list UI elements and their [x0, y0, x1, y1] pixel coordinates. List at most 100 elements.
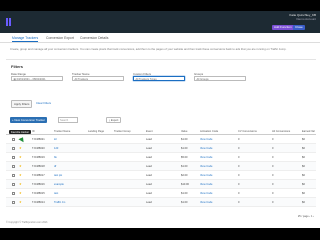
row-checkbox[interactable] — [12, 174, 15, 177]
column-header[interactable]: Value — [181, 130, 187, 133]
date-range-input[interactable]: ▦ 03/01/2021 – 08/02/2021 — [11, 76, 63, 81]
row-checkbox[interactable] — [12, 192, 15, 195]
cell-alt: 0 — [272, 137, 274, 141]
cell-id: TJCM8014 — [32, 200, 45, 204]
tab-conversion-export[interactable]: Conversion Export — [46, 36, 74, 40]
favorite-star-icon[interactable]: ★ — [19, 191, 22, 195]
org-name: Demo Account — [296, 17, 316, 21]
column-header[interactable]: Tracker Group — [114, 130, 131, 133]
cell-event: Lead — [146, 200, 152, 204]
footer-copyright: © Copyright © Trafficjunction.com 2021 — [6, 221, 48, 224]
column-header[interactable]: Earned Val — [302, 130, 315, 133]
cell-name[interactable]: example — [54, 183, 64, 186]
favorite-star-icon[interactable]: ★ — [19, 173, 22, 177]
cell-name[interactable]: 123 — [54, 147, 58, 150]
tracker-name-select[interactable]: All Trackers — [72, 76, 124, 81]
cell-name[interactable]: test pix — [54, 174, 62, 177]
cell-code[interactable]: View Code — [200, 165, 213, 168]
cell-alt: 0 — [272, 200, 274, 204]
favorite-star-icon[interactable]: ★ — [19, 164, 22, 168]
row-checkbox[interactable] — [12, 147, 15, 150]
favorite-star-icon[interactable]: ★ — [19, 200, 22, 204]
filters-panel: Filters Date Range ▦ 03/01/2021 – 08/02/… — [6, 59, 316, 109]
export-button[interactable]: ⤓ Export — [106, 117, 122, 123]
cell-event: Lead — [146, 155, 152, 159]
cell-code[interactable]: View Code — [200, 192, 213, 195]
cell-name[interactable]: lol — [54, 138, 57, 141]
cell-id: TJCM8017 — [32, 173, 45, 177]
cell-alt: 0 — [272, 182, 274, 186]
add-function-button[interactable]: Add Function — [272, 25, 294, 30]
column-header[interactable]: Landing Page — [88, 130, 104, 133]
row-checkbox[interactable] — [12, 201, 15, 204]
row-checkbox[interactable] — [12, 156, 15, 159]
cell-code[interactable]: View Code — [200, 201, 213, 204]
cell-code[interactable]: View Code — [200, 156, 213, 159]
custom-filters-select[interactable]: All Trackers Types — [133, 76, 185, 81]
cell-earned: $0 — [302, 146, 305, 150]
column-header[interactable]: Tracker Name — [54, 130, 70, 133]
clear-filters-link[interactable]: Clear Filters — [36, 101, 51, 105]
table-row[interactable]: ★ TJCM8018 df Lead $1.00 View Code 0 0 $0 — [6, 162, 316, 171]
cell-event: Lead — [146, 182, 152, 186]
cell-value: $1.00 — [181, 146, 188, 150]
cell-name[interactable]: df — [54, 165, 56, 168]
column-header[interactable]: ID — [32, 130, 35, 133]
cell-cv: 0 — [238, 182, 240, 186]
cell-alt: 0 — [272, 146, 274, 150]
cell-code[interactable]: View Code — [200, 147, 213, 150]
tooltip: Favorite tracker — [9, 130, 32, 134]
cell-alt: 0 — [272, 191, 274, 195]
new-conversion-tracker-button[interactable]: + New Conversion Tracker — [10, 117, 48, 123]
cell-code[interactable]: View Code — [200, 183, 213, 186]
trackers-table: ID Tracker Name Landing Page Tracker Gro… — [6, 129, 316, 207]
cell-alt: 0 — [272, 164, 274, 168]
cell-earned: $0 — [302, 164, 305, 168]
tab-conversion-details[interactable]: Conversion Details — [80, 36, 108, 40]
filters-title: Filters — [11, 64, 24, 69]
cell-earned: $0 — [302, 182, 305, 186]
table-row[interactable]: ★ TJCM8019 bk Lead $5.00 View Code 0 0 $0 — [6, 153, 316, 162]
column-header[interactable]: Alt Conversions — [272, 130, 290, 133]
table-row[interactable]: ★ TJCM8016 example Lead $10.00 View Code 0 0 $0 — [6, 180, 316, 189]
table-row[interactable]: ★ TJCM8021 lol Lead $1.00 View Code 0 0 $0 — [6, 135, 316, 144]
cell-code[interactable]: View Code — [200, 174, 213, 177]
column-header[interactable]: CV Conversions — [238, 130, 257, 133]
column-header[interactable]: Event — [146, 130, 153, 133]
row-checkbox[interactable] — [12, 138, 15, 141]
cell-name[interactable]: bk — [54, 156, 57, 159]
cell-value: $2.00 — [181, 173, 188, 177]
cell-cv: 0 — [238, 137, 240, 141]
favorite-star-icon[interactable]: ★ — [19, 155, 22, 159]
tab-bar: Manage Trackers Conversion Export Conver… — [0, 33, 320, 43]
cell-earned: $0 — [302, 200, 305, 204]
row-checkbox[interactable] — [12, 165, 15, 168]
table-row[interactable]: ★ TJCM8017 test pix Lead $2.00 View Code 0 0 $0 — [6, 171, 316, 180]
table-row[interactable]: ★ TJCM8014 Traffic Jm Lead $1.00 View Code 0 0 $… — [6, 198, 316, 207]
close-button[interactable]: Close — [293, 25, 305, 30]
cell-cv: 0 — [238, 155, 240, 159]
column-header[interactable]: Activation Code — [200, 130, 218, 133]
cell-name[interactable]: test — [54, 192, 58, 195]
cell-id: TJCM8015 — [32, 191, 45, 195]
cell-id: TJCM8016 — [32, 182, 45, 186]
groups-select[interactable]: All Groups — [194, 76, 246, 81]
account-info[interactable]: Katie Quinchley_KB Demo Account — [289, 13, 316, 21]
favorite-star-icon[interactable]: ★ — [19, 182, 22, 186]
cell-event: Lead — [146, 191, 152, 195]
cell-code[interactable]: View Code — [200, 138, 213, 141]
table-row[interactable]: ★ TJCM8015 test Lead $1.00 View Code 0 0 $0 — [6, 189, 316, 198]
table-row[interactable]: ★ TJCM8020 123 Lead $1.00 View Code 0 0 $0 — [6, 144, 316, 153]
cell-cv: 0 — [238, 164, 240, 168]
pagination[interactable]: 25 / page ‹ 1 › — [298, 215, 314, 218]
search-input[interactable]: Search — [58, 117, 78, 123]
cell-name[interactable]: Traffic Jm — [54, 201, 65, 204]
cell-alt: 0 — [272, 173, 274, 177]
apply-filters-button[interactable]: Apply Filters — [11, 100, 33, 108]
cell-value: $1.00 — [181, 164, 188, 168]
top-bar: Katie Quinchley_KB Demo Account Add Func… — [0, 11, 320, 33]
favorite-star-icon[interactable]: ★ — [19, 146, 22, 150]
tab-manage-trackers[interactable]: Manage Trackers — [12, 36, 39, 42]
page-description: Create, group and manage all your conver… — [10, 47, 287, 51]
row-checkbox[interactable] — [12, 183, 15, 186]
